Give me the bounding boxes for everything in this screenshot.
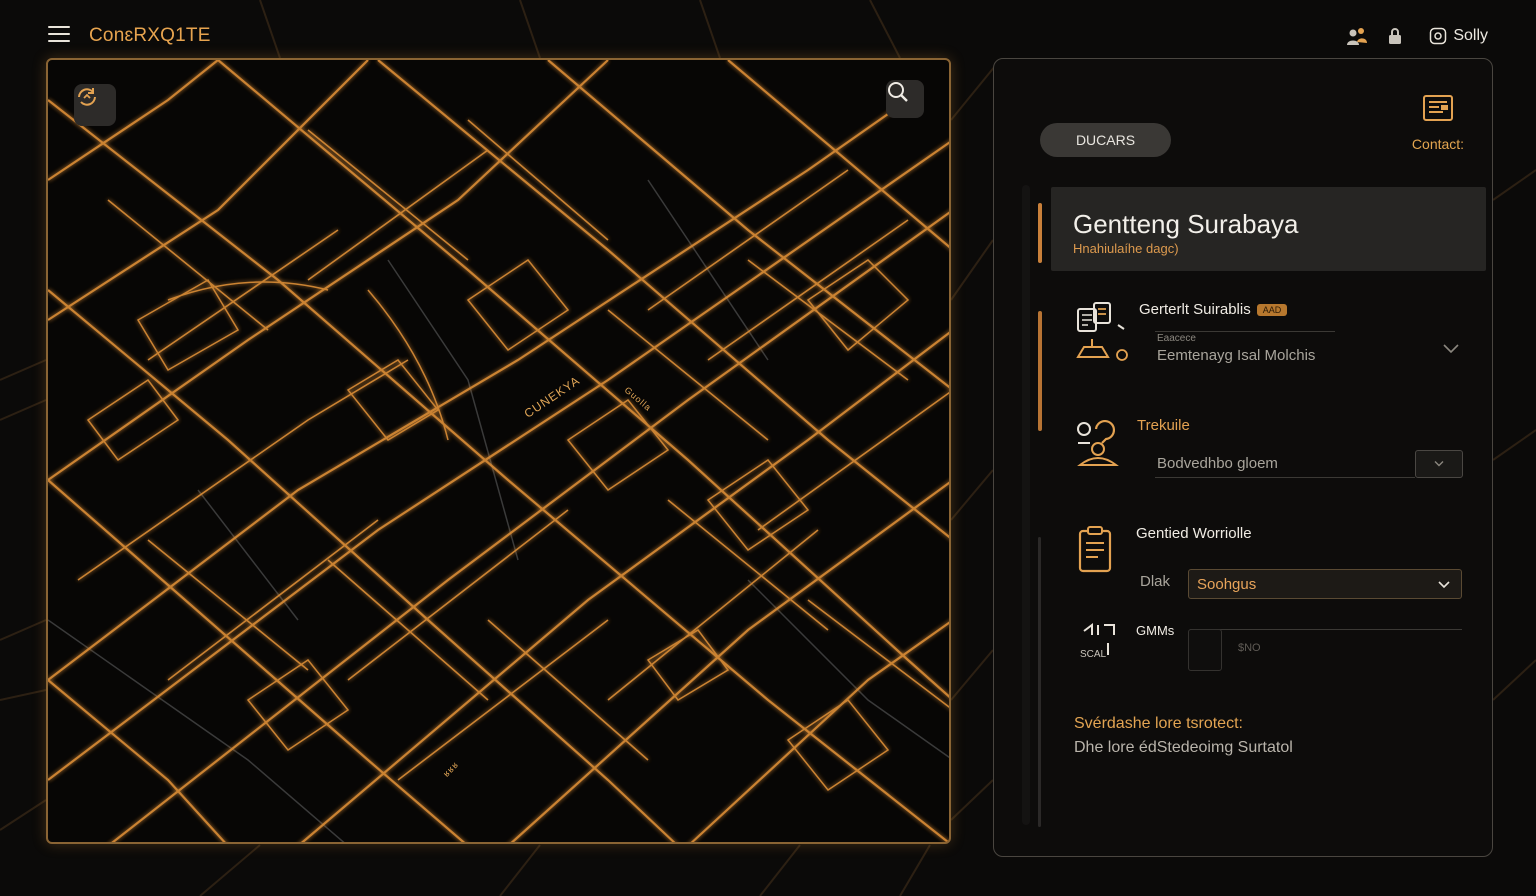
circle-icon (1430, 27, 1447, 45)
clipboard-icon (1078, 526, 1112, 573)
ducars-button[interactable]: DUCARS (1040, 123, 1171, 157)
section-title: GMMs (1136, 623, 1175, 638)
refresh-button[interactable] (74, 84, 116, 126)
trekuile-select[interactable] (1415, 450, 1463, 478)
contact-button[interactable]: Contact: (1404, 93, 1472, 152)
documents-icon (1076, 302, 1128, 361)
trekuile-field[interactable]: Bodvedhbo gloem (1157, 455, 1278, 472)
contact-card-icon (1423, 95, 1453, 121)
map-search-button[interactable] (886, 80, 924, 118)
gmms-input[interactable] (1188, 629, 1222, 671)
input-placeholder: $NO (1238, 642, 1261, 654)
section-title: Trekuile (1137, 417, 1190, 434)
field-divider (1155, 331, 1335, 332)
field-label: Eaacece (1157, 333, 1196, 344)
header-actions: Solly (1345, 24, 1488, 48)
user-menu[interactable]: Solly (1429, 27, 1488, 45)
section-general: Gerterlt Suirablis AAD Eaacece Eemtenayg … (1074, 299, 1474, 379)
location-title: Gentteng Surabaya (1073, 209, 1299, 239)
rail-indicator (1038, 203, 1042, 263)
field-divider (1190, 629, 1462, 630)
chevron-down-icon (1438, 581, 1450, 589)
scroll-track[interactable] (1038, 537, 1041, 827)
footer-title: Svérdashe lore tsrotect: (1074, 715, 1243, 732)
section-rail (1022, 185, 1030, 825)
user-name: Solly (1453, 27, 1488, 44)
section-worriolle: Gentied Worriolle Dlak Soohgus (1074, 525, 1474, 605)
chevron-down-icon[interactable] (1442, 343, 1460, 355)
field-label: Dlak (1140, 573, 1171, 590)
rail-indicator (1038, 311, 1042, 431)
lock-icon[interactable] (1383, 24, 1407, 48)
details-panel: DUCARS Contact: Gentteng Surabaya Hnahiu… (993, 58, 1493, 857)
section-title: Gentied Worriolle (1136, 525, 1252, 542)
contact-label: Contact: (1411, 136, 1465, 152)
location-field[interactable]: Eemtenayg Isal Molchis (1157, 347, 1315, 364)
location-header: Gentteng Surabaya Hnahiulaíhe dagc) (1051, 187, 1486, 271)
select-value: Soohgus (1197, 575, 1257, 593)
chevron-down-icon (1434, 461, 1444, 467)
group-icon[interactable] (1345, 24, 1369, 48)
search-icon (888, 82, 908, 102)
street-map (48, 60, 949, 842)
location-subtitle: Hnahiulaíhe dagc) (1073, 241, 1179, 256)
menu-icon[interactable] (48, 26, 70, 44)
person-bubble-icon (1077, 420, 1119, 466)
app-title: ConɛRXQ1TE (89, 25, 211, 46)
icon-caption: SCAL (1080, 649, 1107, 660)
section-badge: AAD (1256, 304, 1288, 317)
field-divider (1155, 477, 1415, 478)
section-gmms: SCAL GMMs $NO (1074, 621, 1474, 681)
worriolle-select[interactable]: Soohgus (1188, 569, 1462, 599)
section-title-text: Gerterlt Suirablis (1139, 301, 1251, 318)
map-view[interactable]: CUNEKYA Guolla ʁʁʁ (46, 58, 951, 844)
section-trekuile: Trekuile Bodvedhbo gloem (1074, 415, 1474, 485)
refresh-icon (78, 88, 96, 106)
footer-text: Dhe lore édStedeoimg Surtatol (1074, 739, 1293, 756)
section-title: Gerterlt Suirablis AAD (1139, 301, 1288, 318)
